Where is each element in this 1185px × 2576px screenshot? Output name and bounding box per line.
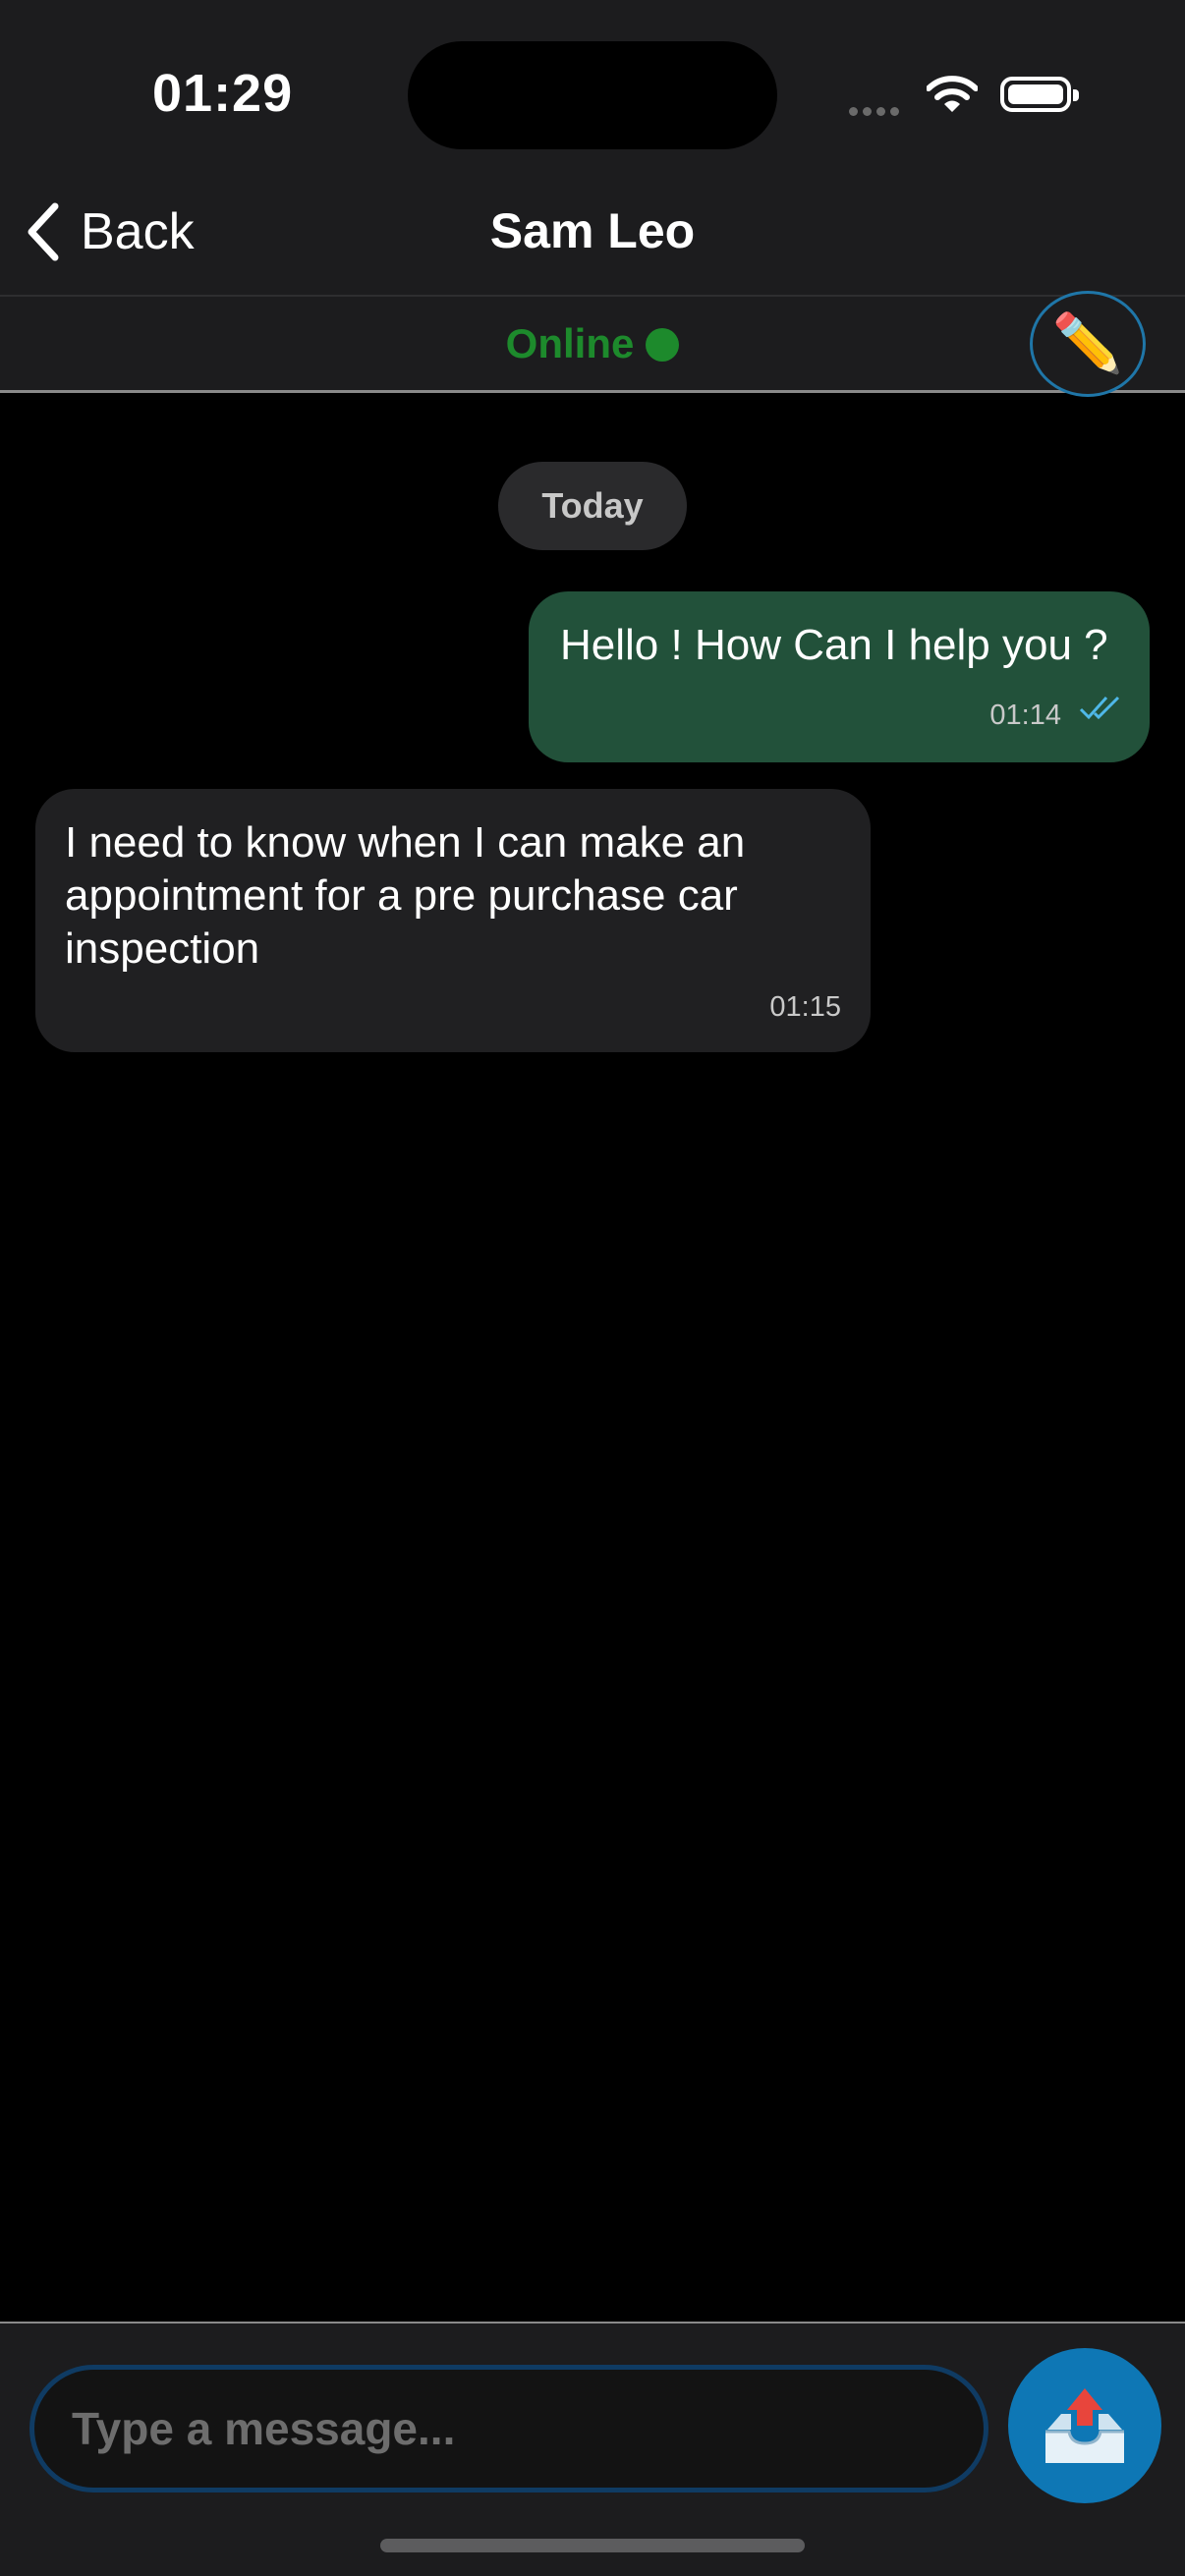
outbox-tray-icon [1045, 2388, 1124, 2463]
online-dot-icon [646, 328, 680, 362]
pencil-icon: ✏️ [1051, 311, 1124, 375]
edit-button[interactable]: ✏️ [1030, 291, 1146, 397]
online-status-label: Online [505, 320, 635, 366]
incoming-message-bubble[interactable]: I need to know when I can make an appoin… [35, 789, 871, 1052]
battery-icon [1000, 77, 1079, 112]
send-button[interactable] [1008, 2348, 1161, 2503]
home-indicator[interactable] [380, 2539, 805, 2552]
message-text: Hello ! How Can I help you ? [560, 621, 1108, 669]
page-title: Sam Leo [489, 203, 696, 258]
message-time: 01:15 [769, 991, 841, 1023]
double-check-icon [1079, 696, 1120, 720]
message-text: I need to know when I can make an appoin… [65, 818, 746, 973]
cellular-signal-icon [849, 103, 904, 121]
message-time: 01:14 [989, 700, 1061, 731]
online-status: Online [0, 320, 1185, 367]
dynamic-island [408, 41, 777, 149]
date-separator: Today [498, 462, 687, 550]
outgoing-message-bubble[interactable]: Hello ! How Can I help you ? 01:14 [529, 591, 1150, 762]
status-time: 01:29 [152, 64, 294, 123]
wifi-icon [926, 75, 979, 119]
message-input[interactable] [29, 2365, 988, 2492]
